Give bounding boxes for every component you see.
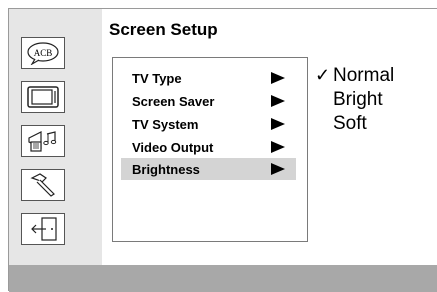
menu-item-brightness[interactable]: Brightness [121, 158, 296, 180]
arrow-right-icon [271, 141, 285, 153]
tv-screen-icon[interactable] [21, 81, 65, 113]
option-label: Normal [333, 65, 395, 86]
exit-door-icon[interactable] [21, 213, 65, 245]
arrow-right-icon [271, 163, 285, 175]
screen-setup-window: ACB Screen Setup TV Type Screen Saver TV… [8, 8, 437, 292]
status-bar [9, 265, 437, 292]
sidebar: ACB [9, 9, 102, 265]
menu-item-tv-system[interactable]: TV System [121, 113, 296, 135]
option-label: Bright [333, 89, 383, 110]
menu-item-video-output[interactable]: Video Output [121, 136, 296, 158]
menu-item-label: TV Type [132, 70, 182, 86]
menu-item-label: Screen Saver [132, 93, 215, 109]
page-title: Screen Setup [109, 20, 218, 39]
language-icon-text: ACB [34, 48, 53, 58]
arrow-right-icon [271, 72, 285, 84]
option-bright[interactable]: Bright [315, 89, 437, 113]
settings-menu: TV Type Screen Saver TV System Video Out… [112, 57, 308, 242]
menu-item-label: Brightness [132, 161, 200, 177]
arrow-right-icon [271, 118, 285, 130]
option-soft[interactable]: Soft [315, 113, 437, 137]
option-normal[interactable]: ✓ Normal [315, 65, 437, 89]
menu-item-tv-type[interactable]: TV Type [121, 67, 296, 89]
menu-item-screen-saver[interactable]: Screen Saver [121, 90, 296, 112]
hammer-tools-icon[interactable] [21, 169, 65, 201]
option-label: Soft [333, 113, 367, 134]
menu-item-label: TV System [132, 116, 199, 132]
checkmark-icon: ✓ [315, 65, 331, 85]
language-icon[interactable]: ACB [21, 37, 65, 69]
menu-item-label: Video Output [132, 139, 214, 155]
arrow-right-icon [271, 95, 285, 107]
audio-speaker-icon[interactable] [21, 125, 65, 157]
